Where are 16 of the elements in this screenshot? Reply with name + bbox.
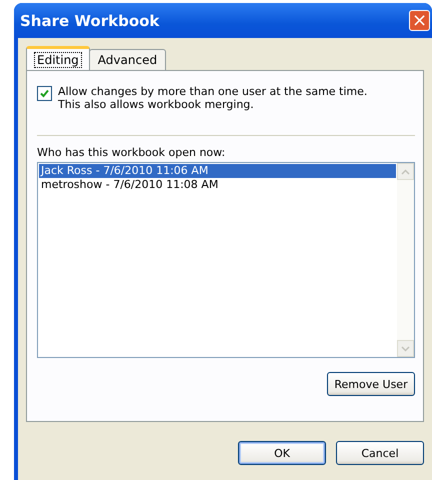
checkbox-label: Allow changes by more than one user at the same time. This also allows workbook merging. bbox=[58, 85, 368, 111]
list-item[interactable]: metroshow - 7/6/2010 11:08 AM bbox=[39, 178, 396, 192]
list-item[interactable]: Jack Ross - 7/6/2010 11:06 AM bbox=[39, 164, 396, 178]
check-icon bbox=[39, 88, 50, 99]
scroll-up-icon[interactable] bbox=[397, 163, 414, 180]
remove-user-button[interactable]: Remove User bbox=[327, 372, 415, 396]
tab[interactable]: Editing bbox=[26, 46, 90, 70]
scroll-down-icon[interactable] bbox=[397, 340, 414, 357]
scrollbar[interactable] bbox=[397, 163, 414, 357]
checkbox[interactable] bbox=[37, 86, 52, 101]
tab[interactable]: Advanced bbox=[88, 49, 166, 70]
dialog-button[interactable]: OK bbox=[238, 441, 326, 465]
dialog-button[interactable]: Cancel bbox=[336, 441, 424, 465]
close-button[interactable]: × bbox=[409, 10, 430, 31]
window-title: Share Workbook bbox=[20, 12, 160, 30]
list-label: Who has this workbook open now: bbox=[37, 146, 226, 159]
